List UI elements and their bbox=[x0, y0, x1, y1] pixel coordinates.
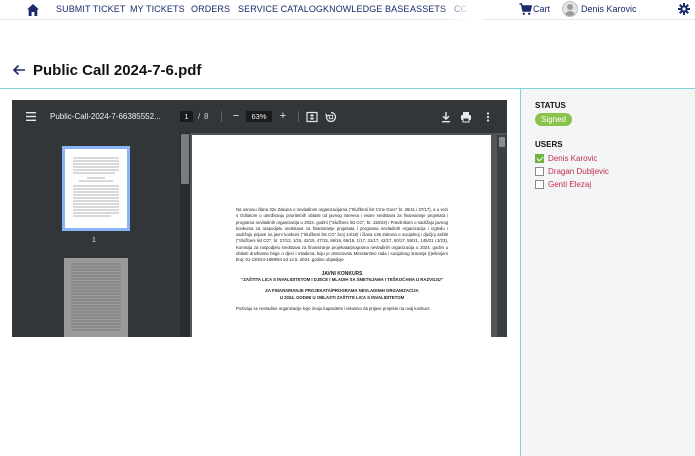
user-row[interactable]: Genti Elezaj bbox=[535, 178, 591, 190]
more-options-icon[interactable] bbox=[482, 111, 494, 123]
print-icon[interactable] bbox=[460, 111, 472, 123]
user-checkbox-checked[interactable] bbox=[535, 153, 544, 163]
pdf-page-text: Na osnovu člana 32v Zakona o nevladinim … bbox=[236, 207, 448, 312]
rotate-icon[interactable] bbox=[325, 111, 337, 123]
title-bar: Public Call 2024-7-6.pdf bbox=[0, 20, 695, 89]
thumbnail-scrollbar-thumb[interactable] bbox=[181, 134, 189, 184]
pdf-subheading-2-line-2: U 2024. GODINI U OBLASTI ZAŠTITE LICA S … bbox=[279, 294, 405, 300]
page-number-input[interactable]: 1 bbox=[180, 111, 193, 122]
zoom-in-button[interactable]: + bbox=[278, 111, 288, 122]
pdf-subheading: "ZAŠTITA LICA S INVALIDITETOM I DJECE I … bbox=[241, 276, 443, 282]
thumbnail-page-number: 1 bbox=[92, 237, 96, 244]
nav-submit-ticket[interactable]: SUBMIT TICKET bbox=[56, 4, 125, 14]
thumbnail-text-lines bbox=[71, 263, 121, 331]
page-scrollbar[interactable] bbox=[497, 135, 507, 337]
toolbar-divider bbox=[221, 111, 222, 122]
details-panel: STATUS Signed USERS Denis Karovic Dragan… bbox=[520, 89, 695, 456]
download-icon[interactable] bbox=[440, 111, 452, 123]
pdf-subheading-2-line-1: ZA FINANSIRANJE PROJEKATA/PROGRAMA NEVLA… bbox=[265, 288, 419, 294]
nav-my-tickets[interactable]: MY TICKETS bbox=[130, 4, 185, 14]
thumbnail-text-lines bbox=[73, 157, 119, 217]
pdf-file-name: Public-Call-2024-7-66385552... bbox=[50, 112, 161, 121]
nav-orders[interactable]: ORDERS bbox=[191, 4, 230, 14]
pdf-intro-paragraph: Na osnovu člana 32v Zakona o nevladinim … bbox=[236, 207, 448, 263]
back-arrow-icon[interactable] bbox=[12, 63, 26, 77]
cart-icon[interactable] bbox=[519, 3, 532, 16]
avatar[interactable] bbox=[562, 1, 578, 17]
page-thumbnail-1[interactable] bbox=[62, 146, 130, 231]
page-title: Public Call 2024-7-6.pdf bbox=[33, 62, 202, 79]
user-row[interactable]: Denis Karovic bbox=[535, 152, 597, 164]
pdf-paragraph-2: Pozivaju se nevladine organizacije koje … bbox=[236, 305, 430, 311]
user-name[interactable]: Denis Karovic bbox=[581, 4, 637, 14]
thumbnail-pane: 1 bbox=[12, 133, 190, 337]
home-icon[interactable] bbox=[26, 3, 40, 17]
nav-overflow-fade bbox=[440, 0, 484, 20]
user-checkbox[interactable] bbox=[535, 179, 544, 189]
page-thumbnail-2[interactable] bbox=[64, 258, 128, 337]
pdf-viewer[interactable]: Public-Call-2024-7-66385552... 1 / 8 − 6… bbox=[12, 100, 507, 337]
nav-service-catalog[interactable]: SERVICE CATALOG bbox=[238, 4, 323, 14]
user-name-label: Denis Karovic bbox=[548, 153, 598, 163]
pdf-page: Na osnovu člana 32v Zakona o nevladinim … bbox=[192, 135, 491, 337]
users-label: USERS bbox=[535, 140, 563, 149]
page-total: 8 bbox=[204, 112, 209, 121]
cart-link[interactable]: Cart bbox=[533, 4, 550, 14]
top-navigation: SUBMIT TICKET MY TICKETS ORDERS SERVICE … bbox=[0, 0, 695, 20]
zoom-out-button[interactable]: − bbox=[231, 111, 241, 122]
nav-knowledge-base[interactable]: KNOWLEDGE BASE bbox=[323, 4, 409, 14]
user-name-label: Dragan Dubljevic bbox=[548, 166, 609, 176]
page-scrollbar-thumb[interactable] bbox=[499, 137, 505, 147]
zoom-input[interactable]: 63% bbox=[246, 111, 272, 122]
menu-icon[interactable] bbox=[26, 112, 36, 121]
status-badge: Signed bbox=[535, 113, 572, 126]
page-separator: / bbox=[198, 112, 201, 121]
user-row[interactable]: Dragan Dubljevic bbox=[535, 165, 609, 177]
toolbar-divider bbox=[298, 111, 299, 122]
user-checkbox[interactable] bbox=[535, 166, 544, 176]
user-name-label: Genti Elezaj bbox=[548, 179, 592, 189]
status-label: STATUS bbox=[535, 101, 566, 110]
pdf-toolbar: Public-Call-2024-7-66385552... 1 / 8 − 6… bbox=[12, 100, 507, 133]
gear-icon[interactable] bbox=[678, 3, 690, 15]
fit-page-icon[interactable] bbox=[306, 111, 318, 123]
